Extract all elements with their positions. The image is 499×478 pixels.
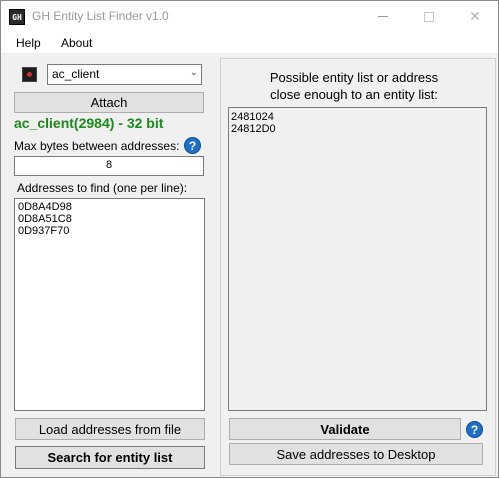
validate-button[interactable]: Validate <box>229 418 461 440</box>
max-bytes-input[interactable]: 8 <box>14 156 204 176</box>
result-line: 24812D0 <box>231 123 276 135</box>
address-line: 0D8A4D98 <box>18 201 72 213</box>
process-icon <box>22 67 37 82</box>
address-line: 0D8A51C8 <box>18 213 72 225</box>
process-select[interactable]: ac_client ⌄ <box>47 64 202 85</box>
app-logo-icon: GH <box>9 9 25 25</box>
addresses-label: Addresses to find (one per line): <box>17 181 188 195</box>
app-window: GH GH Entity List Finder v1.0 ✕ Help Abo… <box>0 0 499 478</box>
help-icon[interactable]: ? <box>184 137 201 154</box>
menu-help[interactable]: Help <box>16 36 41 50</box>
menu-about[interactable]: About <box>61 36 92 50</box>
help-icon[interactable]: ? <box>466 421 483 438</box>
results-heading: Possible entity list or address close en… <box>229 69 479 103</box>
results-list[interactable]: 2481024 24812D0 <box>228 107 487 411</box>
results-heading-line2: close enough to an entity list: <box>270 87 438 102</box>
minimize-button[interactable] <box>360 1 406 32</box>
max-bytes-label: Max bytes between addresses: <box>14 139 180 153</box>
close-button[interactable]: ✕ <box>452 1 498 32</box>
chevron-down-icon[interactable]: ⌄ <box>190 67 198 78</box>
menu-bar: Help About <box>1 32 498 54</box>
attach-button[interactable]: Attach <box>14 92 204 113</box>
load-addresses-button[interactable]: Load addresses from file <box>15 418 205 440</box>
close-icon: ✕ <box>469 8 481 25</box>
process-select-value: ac_client <box>52 67 100 81</box>
save-addresses-button[interactable]: Save addresses to Desktop <box>229 443 483 465</box>
window-title: GH Entity List Finder v1.0 <box>32 9 169 23</box>
address-line: 0D937F70 <box>18 225 70 237</box>
addresses-textarea[interactable]: 0D8A4D98 0D8A51C8 0D937F70 <box>14 198 205 411</box>
attach-status: ac_client(2984) - 32 bit <box>14 115 164 131</box>
maximize-button[interactable] <box>406 1 452 32</box>
results-heading-line1: Possible entity list or address <box>269 70 439 85</box>
title-bar[interactable]: GH GH Entity List Finder v1.0 ✕ <box>1 1 498 32</box>
search-entity-list-button[interactable]: Search for entity list <box>15 446 205 469</box>
minimize-icon <box>378 16 388 17</box>
result-line: 2481024 <box>231 111 274 123</box>
maximize-icon <box>424 11 434 22</box>
